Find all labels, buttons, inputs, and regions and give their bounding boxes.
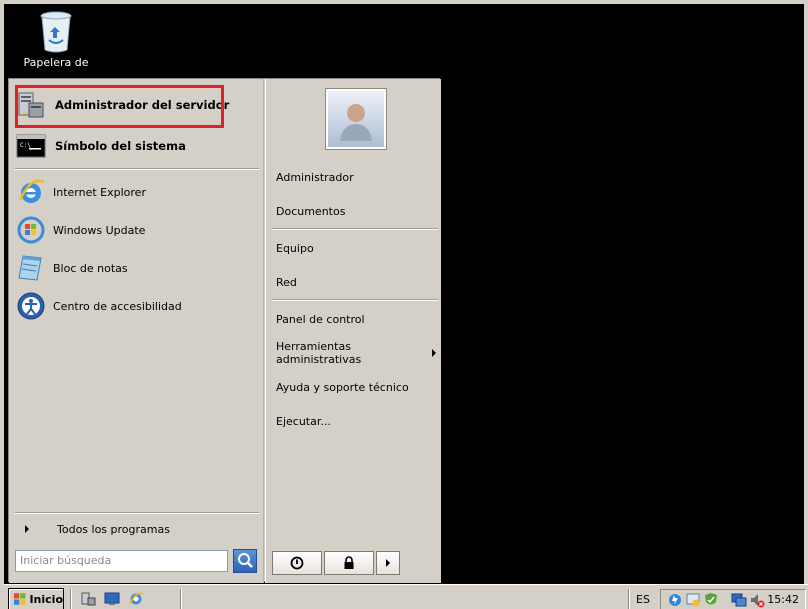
- program-item-internet-explorer[interactable]: Internet Explorer: [15, 175, 259, 209]
- clock[interactable]: 15:42: [767, 593, 799, 606]
- search-input[interactable]: Iniciar búsqueda: [15, 550, 228, 572]
- right-item-documentos[interactable]: Documentos: [276, 201, 436, 221]
- separator: [70, 589, 72, 609]
- right-item-ejecutar[interactable]: Ejecutar...: [276, 411, 436, 431]
- search-icon: [238, 553, 253, 568]
- power-button[interactable]: [272, 551, 322, 575]
- program-item-notepad[interactable]: Bloc de notas: [15, 251, 259, 285]
- separator: [272, 228, 438, 230]
- accessibility-icon: [15, 290, 47, 322]
- program-item-label: Internet Explorer: [53, 185, 146, 199]
- right-item-administrador[interactable]: Administrador: [276, 167, 436, 187]
- search-button[interactable]: [233, 549, 257, 573]
- right-item-ayuda[interactable]: Ayuda y soporte técnico: [276, 377, 436, 397]
- volume-icon[interactable]: [749, 592, 765, 609]
- language-indicator[interactable]: ES: [636, 593, 650, 606]
- windows-logo-icon: [13, 593, 26, 605]
- right-item-red[interactable]: Red: [276, 272, 436, 292]
- right-item-equipo[interactable]: Equipo: [276, 238, 436, 258]
- start-menu: Administrador del servidor C:\ Símbolo d…: [8, 78, 441, 583]
- show-desktop-icon[interactable]: [104, 591, 120, 609]
- notepad-icon: [15, 252, 47, 284]
- security-icon[interactable]: [685, 592, 701, 609]
- program-item-label: Windows Update: [53, 223, 146, 237]
- highlight-box: [15, 85, 224, 128]
- chevron-right-icon: [386, 559, 390, 567]
- separator: [15, 168, 259, 170]
- program-item-windows-update[interactable]: Windows Update: [15, 213, 259, 247]
- shield-icon[interactable]: [703, 592, 719, 609]
- start-menu-left-pane: Administrador del servidor C:\ Símbolo d…: [9, 79, 264, 583]
- internet-explorer-quicklaunch-icon[interactable]: [128, 591, 144, 609]
- recycle-bin-icon: [39, 10, 73, 54]
- search-placeholder: Iniciar búsqueda: [20, 554, 112, 567]
- taskbar: Inicio ES 15:42: [4, 584, 808, 609]
- user-icon: [340, 104, 372, 141]
- program-item-label: Bloc de notas: [53, 261, 128, 275]
- program-item-accessibility-center[interactable]: Centro de accesibilidad: [15, 289, 259, 323]
- separator: [15, 512, 259, 514]
- network-icon[interactable]: [667, 592, 683, 609]
- desktop: Papelera de Administrador del servidor C…: [0, 0, 808, 609]
- internet-explorer-icon: [15, 176, 47, 208]
- separator: [628, 589, 630, 609]
- shutdown-options-button[interactable]: [376, 551, 400, 575]
- chevron-right-icon: [25, 525, 29, 533]
- windows-update-icon: [15, 214, 47, 246]
- power-icon: [290, 556, 304, 570]
- start-menu-right-pane: Administrador Documentos Equipo Red Pane…: [265, 79, 441, 583]
- right-item-panel-de-control[interactable]: Panel de control: [276, 309, 436, 329]
- all-programs-button[interactable]: Todos los programas: [17, 519, 257, 539]
- lock-button[interactable]: [324, 551, 374, 575]
- separator: [272, 299, 438, 301]
- chevron-right-icon: [432, 349, 436, 357]
- lock-icon: [344, 556, 354, 569]
- start-button-label: Inicio: [29, 592, 63, 606]
- command-prompt-icon: C:\: [15, 130, 47, 162]
- pinned-item-label: Símbolo del sistema: [55, 139, 186, 153]
- separator: [180, 589, 182, 609]
- monitor-icon[interactable]: [731, 592, 747, 609]
- user-avatar[interactable]: [325, 88, 387, 150]
- all-programs-label: Todos los programas: [57, 522, 170, 536]
- system-tray: 15:42: [660, 589, 806, 609]
- right-item-herramientas-administrativas[interactable]: Herramientas administrativas: [276, 340, 436, 366]
- recycle-bin-label: Papelera de: [23, 56, 89, 69]
- pinned-item-command-prompt[interactable]: C:\ Símbolo del sistema: [15, 129, 259, 163]
- recycle-bin-desktop-icon[interactable]: Papelera de: [18, 10, 94, 69]
- svg-text:C:\: C:\: [20, 142, 31, 149]
- program-item-label: Centro de accesibilidad: [53, 299, 182, 313]
- start-button[interactable]: Inicio: [8, 588, 64, 609]
- server-manager-quicklaunch-icon[interactable]: [80, 591, 96, 609]
